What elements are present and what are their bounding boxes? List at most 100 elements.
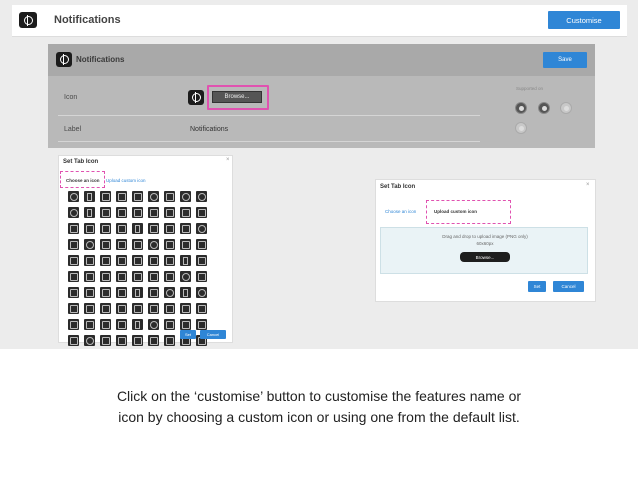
- platform-mobile-icon[interactable]: [538, 102, 550, 114]
- image-icon[interactable]: [196, 207, 207, 218]
- cancel-button[interactable]: Cancel: [553, 281, 584, 292]
- inbox-icon[interactable]: [100, 271, 111, 282]
- pencil-icon[interactable]: [132, 287, 143, 298]
- bookmark-icon[interactable]: [164, 191, 175, 202]
- window-icon[interactable]: [100, 255, 111, 266]
- speech-icon[interactable]: [68, 319, 79, 330]
- mail-icon[interactable]: [148, 223, 159, 234]
- gift-icon[interactable]: [84, 287, 95, 298]
- film-icon[interactable]: [116, 191, 127, 202]
- clock-icon[interactable]: [180, 191, 191, 202]
- platform-tablet-icon[interactable]: [560, 102, 572, 114]
- basket-icon[interactable]: [100, 287, 111, 298]
- tag-icon[interactable]: [148, 191, 159, 202]
- scroll-icon[interactable]: [148, 335, 159, 346]
- close-icon[interactable]: ×: [226, 157, 230, 163]
- phone-icon[interactable]: [164, 223, 175, 234]
- photo-icon[interactable]: [116, 255, 127, 266]
- folder-icon[interactable]: [100, 223, 111, 234]
- card-icon[interactable]: [180, 207, 191, 218]
- globe-icon[interactable]: [68, 191, 79, 202]
- building-icon[interactable]: [180, 303, 191, 314]
- server-icon[interactable]: [164, 255, 175, 266]
- wrench-icon[interactable]: [196, 303, 207, 314]
- book-icon[interactable]: [148, 207, 159, 218]
- shield-icon[interactable]: [196, 271, 207, 282]
- chart-icon[interactable]: [132, 207, 143, 218]
- battery-icon[interactable]: [100, 319, 111, 330]
- flask-icon[interactable]: [132, 319, 143, 330]
- link-icon[interactable]: [164, 207, 175, 218]
- gear-icon[interactable]: [196, 191, 207, 202]
- star-icon[interactable]: [180, 239, 191, 250]
- clipboard-icon[interactable]: [148, 271, 159, 282]
- menu-icon[interactable]: [132, 191, 143, 202]
- bag-icon[interactable]: [116, 287, 127, 298]
- upload-browse-button[interactable]: Browse...: [460, 252, 510, 262]
- train-icon[interactable]: [164, 303, 175, 314]
- platform-desktop-icon[interactable]: [515, 122, 527, 134]
- target-icon[interactable]: [84, 335, 95, 346]
- monitor-icon[interactable]: [68, 255, 79, 266]
- table-icon[interactable]: [68, 271, 79, 282]
- lightbulb-icon[interactable]: [196, 287, 207, 298]
- save-icon[interactable]: [116, 335, 127, 346]
- music-icon[interactable]: [84, 191, 95, 202]
- keyboard-icon[interactable]: [116, 319, 127, 330]
- tab-upload-icon[interactable]: Upload custom icon: [106, 178, 146, 183]
- box-icon[interactable]: [84, 271, 95, 282]
- pin-icon[interactable]: [116, 207, 127, 218]
- cloud-icon[interactable]: [100, 335, 111, 346]
- tools-icon[interactable]: [68, 335, 79, 346]
- info-icon[interactable]: [84, 239, 95, 250]
- dollar-icon[interactable]: [180, 319, 191, 330]
- cart-icon[interactable]: [68, 239, 79, 250]
- camera-icon[interactable]: [196, 223, 207, 234]
- save-button[interactable]: Save: [543, 52, 587, 68]
- upload-drop-area[interactable]: Drag and drop to upload image (PNG only)…: [380, 227, 588, 274]
- bottle-icon[interactable]: [180, 287, 191, 298]
- notes-icon[interactable]: [132, 335, 143, 346]
- print-icon[interactable]: [132, 255, 143, 266]
- news-icon[interactable]: [164, 335, 175, 346]
- car-icon[interactable]: [100, 303, 111, 314]
- flag-icon[interactable]: [164, 239, 175, 250]
- tv-icon[interactable]: [132, 239, 143, 250]
- customise-button[interactable]: Customise: [548, 11, 620, 29]
- chat-icon[interactable]: [196, 255, 207, 266]
- lock-icon[interactable]: [180, 271, 191, 282]
- set-button[interactable]: Set: [180, 330, 196, 339]
- map-icon[interactable]: [164, 319, 175, 330]
- check-icon[interactable]: [196, 239, 207, 250]
- bike-icon[interactable]: [132, 303, 143, 314]
- set-button[interactable]: Set: [528, 281, 546, 292]
- video-icon[interactable]: [116, 239, 127, 250]
- archive-icon[interactable]: [116, 271, 127, 282]
- calendar-icon[interactable]: [68, 223, 79, 234]
- heart-icon[interactable]: [148, 239, 159, 250]
- smile-icon[interactable]: [164, 287, 175, 298]
- compass-icon[interactable]: [148, 319, 159, 330]
- close-icon[interactable]: ×: [586, 182, 590, 188]
- truck-icon[interactable]: [68, 303, 79, 314]
- cancel-button[interactable]: Cancel: [200, 330, 226, 339]
- platform-web-icon[interactable]: [515, 102, 527, 114]
- bus-icon[interactable]: [116, 303, 127, 314]
- document-icon[interactable]: [116, 223, 127, 234]
- trophy-icon[interactable]: [68, 287, 79, 298]
- briefcase-icon[interactable]: [84, 223, 95, 234]
- plane-icon[interactable]: [84, 303, 95, 314]
- stack-icon[interactable]: [196, 319, 207, 330]
- person-icon[interactable]: [84, 207, 95, 218]
- brush-icon[interactable]: [148, 287, 159, 298]
- arrows-icon[interactable]: [84, 319, 95, 330]
- layers-icon[interactable]: [132, 271, 143, 282]
- home-icon[interactable]: [180, 223, 191, 234]
- tab-choose-icon[interactable]: Choose an icon: [385, 209, 416, 214]
- list-icon[interactable]: [100, 239, 111, 250]
- key-icon[interactable]: [164, 271, 175, 282]
- user-icon[interactable]: [68, 207, 79, 218]
- mobile-icon[interactable]: [180, 255, 191, 266]
- grid-icon[interactable]: [100, 191, 111, 202]
- ship-icon[interactable]: [148, 303, 159, 314]
